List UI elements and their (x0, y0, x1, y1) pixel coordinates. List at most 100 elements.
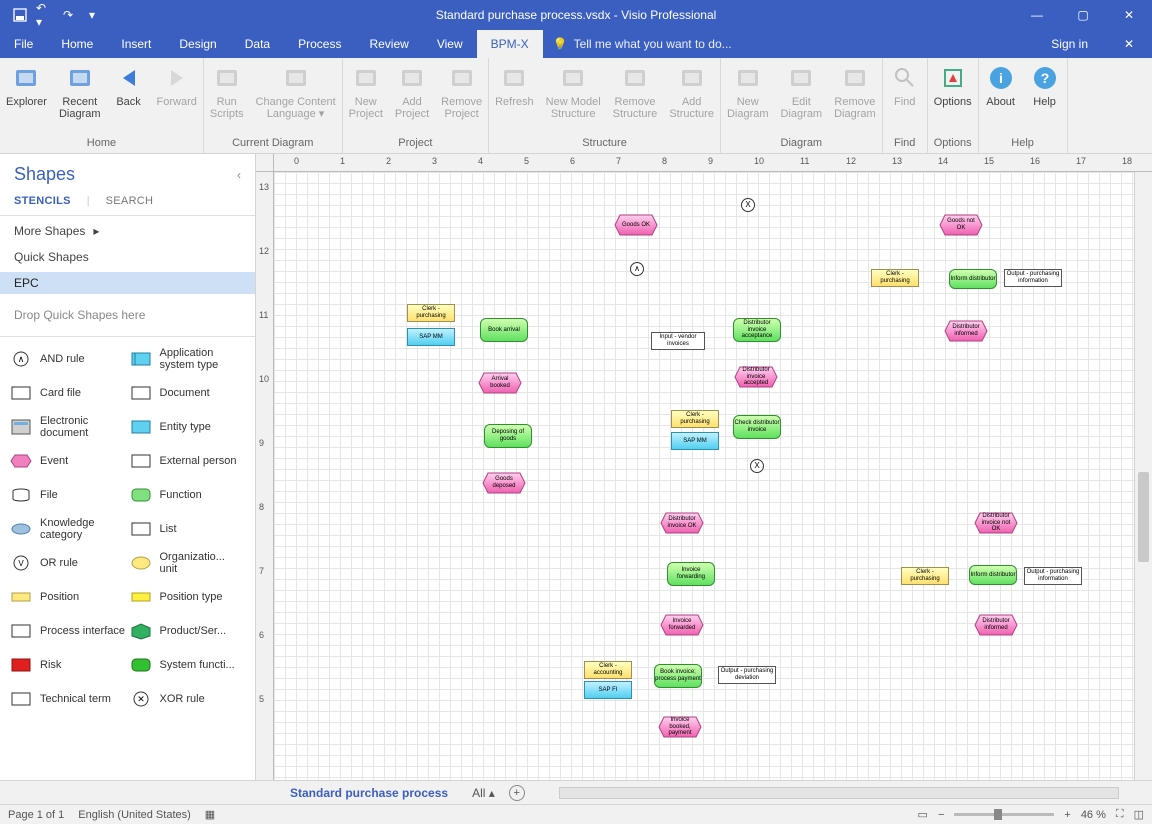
stencil-or[interactable]: VOR rule (10, 549, 126, 577)
event-shape[interactable]: Distributor invoice accepted (734, 366, 778, 388)
ribbon-options[interactable]: Options (928, 58, 978, 108)
gate-shape[interactable]: X (741, 198, 755, 212)
position-shape[interactable]: Clerk - purchasing (901, 567, 949, 585)
event-shape[interactable]: Goods OK (614, 214, 658, 236)
output-shape[interactable]: Output - purchasing information (1024, 567, 1082, 585)
tab-design[interactable]: Design (165, 30, 230, 58)
output-shape[interactable]: Output - purchasing information (1004, 269, 1062, 287)
tab-search[interactable]: SEARCH (106, 195, 154, 207)
redo-icon[interactable]: ↷ (60, 7, 76, 23)
tab-data[interactable]: Data (231, 30, 284, 58)
function-shape[interactable]: Check distributor invoice (733, 415, 781, 439)
add-page-button[interactable]: + (509, 785, 525, 801)
event-shape[interactable]: Distributor invoice OK (660, 512, 704, 534)
stencil-epc[interactable]: EPC (0, 272, 255, 294)
collapse-pane-icon[interactable]: ‹ (237, 168, 241, 182)
event-shape[interactable]: Distributor invoice not OK (974, 512, 1018, 534)
output-shape[interactable]: Output - purchasing deviation (718, 666, 776, 684)
system-shape[interactable]: SAP FI (584, 681, 632, 699)
function-shape[interactable]: Invoice forwarding (667, 562, 715, 586)
close-button[interactable]: ✕ (1106, 0, 1152, 30)
stencil-extp[interactable]: External person (130, 447, 246, 475)
stencil-pos[interactable]: Position (10, 583, 126, 611)
event-shape[interactable]: Distributor informed (974, 614, 1018, 636)
zoom-out-button[interactable]: − (938, 809, 944, 821)
ribbon-about[interactable]: iAbout (979, 58, 1023, 108)
tell-me[interactable]: 💡 Tell me what you want to do... (543, 37, 732, 51)
tab-view[interactable]: View (423, 30, 477, 58)
stencil-org[interactable]: Organizatio... unit (130, 549, 246, 577)
ribbon-recent[interactable]: RecentDiagram (53, 58, 107, 120)
zoom-in-button[interactable]: + (1064, 809, 1070, 821)
function-shape[interactable]: Deposing of goods (484, 424, 532, 448)
page-tab-active[interactable]: Standard purchase process (280, 786, 458, 800)
stencil-doc[interactable]: Document (130, 379, 246, 407)
qat-more-icon[interactable]: ▾ (84, 7, 100, 23)
stencil-risk[interactable]: Risk (10, 651, 126, 679)
ribbon-back[interactable]: Back (107, 58, 151, 108)
output-shape[interactable]: Input - vendor invoices (651, 332, 705, 350)
stencil-edoc[interactable]: Electronic document (10, 413, 126, 441)
stencil-tech[interactable]: Technical term (10, 685, 126, 713)
stencil-entity[interactable]: Entity type (130, 413, 246, 441)
share-button[interactable]: ✕ (1106, 37, 1152, 51)
stencil-xor[interactable]: ✕XOR rule (130, 685, 246, 713)
gate-shape[interactable]: X (750, 459, 764, 473)
function-shape[interactable]: Inform distributor (949, 269, 997, 289)
event-shape[interactable]: Goods deposed (482, 472, 526, 494)
vertical-scrollbar[interactable] (1134, 172, 1152, 780)
function-shape[interactable]: Inform distributor (969, 565, 1017, 585)
stencil-sysfunc[interactable]: System functi... (130, 651, 246, 679)
system-shape[interactable]: SAP MM (671, 432, 719, 450)
event-shape[interactable]: Distributor informed (944, 320, 988, 342)
tab-process[interactable]: Process (284, 30, 355, 58)
minimize-button[interactable]: — (1014, 0, 1060, 30)
ribbon-help[interactable]: ?Help (1023, 58, 1067, 108)
position-shape[interactable]: Clerk - accounting (584, 661, 632, 679)
tab-review[interactable]: Review (355, 30, 422, 58)
event-shape[interactable]: Goods not OK (939, 214, 983, 236)
function-shape[interactable]: Book invoice; process payment (654, 664, 702, 688)
save-icon[interactable] (12, 7, 28, 23)
tab-stencils[interactable]: STENCILS (14, 195, 71, 207)
stencil-and[interactable]: ∧AND rule (10, 345, 126, 373)
event-shape[interactable]: Invoice forwarded (660, 614, 704, 636)
tab-home[interactable]: Home (47, 30, 107, 58)
stencil-appsys[interactable]: Application system type (130, 345, 246, 373)
zoom-slider[interactable] (954, 813, 1054, 816)
position-shape[interactable]: Clerk - purchasing (407, 304, 455, 322)
function-shape[interactable]: Book arrival (480, 318, 528, 342)
quick-shapes[interactable]: Quick Shapes (0, 246, 255, 272)
more-shapes[interactable]: More Shapes ▸ (0, 216, 255, 246)
stencil-procint[interactable]: Process interface (10, 617, 126, 645)
presentation-mode-icon[interactable]: ▭ (918, 808, 928, 821)
switch-windows-icon[interactable]: ◫ (1134, 808, 1144, 821)
event-shape[interactable]: Invoice booked, payment (658, 716, 702, 738)
horizontal-scrollbar[interactable] (559, 787, 1119, 799)
tab-insert[interactable]: Insert (107, 30, 165, 58)
function-shape[interactable]: Distributor invoice acceptance (733, 318, 781, 342)
stencil-postype[interactable]: Position type (130, 583, 246, 611)
undo-icon[interactable]: ↶ ▾ (36, 7, 52, 23)
stencil-know[interactable]: Knowledge category (10, 515, 126, 543)
stencil-func[interactable]: Function (130, 481, 246, 509)
ribbon-explorer[interactable]: Explorer (0, 58, 53, 108)
position-shape[interactable]: Clerk - purchasing (871, 269, 919, 287)
stencil-card[interactable]: Card file (10, 379, 126, 407)
system-shape[interactable]: SAP MM (407, 328, 455, 346)
macro-icon[interactable]: ▦ (205, 808, 215, 821)
stencil-event[interactable]: Event (10, 447, 126, 475)
tab-bpm-x[interactable]: BPM-X (477, 30, 543, 58)
event-shape[interactable]: Arrival booked (478, 372, 522, 394)
maximize-button[interactable]: ▢ (1060, 0, 1106, 30)
stencil-file[interactable]: File (10, 481, 126, 509)
sign-in[interactable]: Sign in (1051, 37, 1106, 51)
gate-shape[interactable]: ∧ (630, 262, 644, 276)
stencil-prod[interactable]: Product/Ser... (130, 617, 246, 645)
all-pages[interactable]: All ▴ (472, 786, 495, 800)
stencil-list[interactable]: List (130, 515, 246, 543)
position-shape[interactable]: Clerk - purchasing (671, 410, 719, 428)
fit-page-icon[interactable]: ⛶ (1116, 808, 1124, 821)
drawing-canvas[interactable]: Goods OK Goods not OK Arrival booked Distri… (274, 172, 1134, 780)
tab-file[interactable]: File (0, 30, 47, 58)
